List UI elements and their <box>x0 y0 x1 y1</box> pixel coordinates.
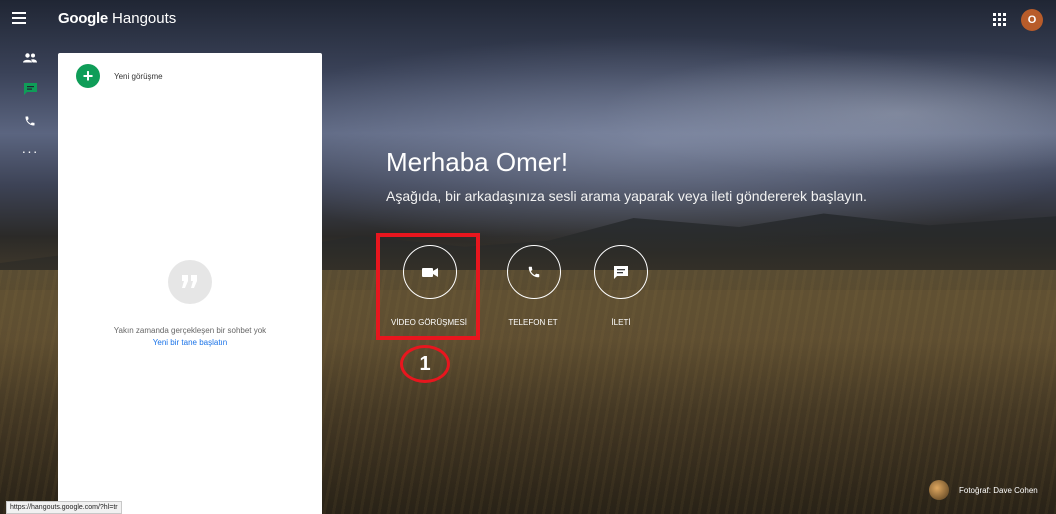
google-apps-icon[interactable] <box>993 13 1006 26</box>
plus-icon: + <box>76 64 100 88</box>
phone-call-label[interactable]: TELEFON ET <box>500 318 566 327</box>
brand-name: Hangouts <box>112 10 177 27</box>
phone-calls-icon[interactable] <box>22 113 38 129</box>
app-logo[interactable]: Google Hangouts <box>58 10 176 27</box>
photo-credit: Fotoğraf: Dave Cohen <box>929 480 1038 500</box>
phone-icon <box>528 266 540 278</box>
photo-credit-text: Fotoğraf: Dave Cohen <box>959 485 1038 495</box>
message-button[interactable] <box>594 245 648 299</box>
message-icon <box>614 265 628 279</box>
status-bar-url: https://hangouts.google.com/?hl=tr <box>6 501 122 514</box>
more-options-icon[interactable]: ··· <box>22 143 38 159</box>
greeting-subtitle: Aşağıda, bir arkadaşınıza sesli arama ya… <box>386 188 867 204</box>
main-menu-icon[interactable] <box>12 12 26 24</box>
new-conversation-label: Yeni görüşme <box>114 71 163 81</box>
brand-prefix: Google <box>58 10 108 27</box>
photographer-avatar <box>929 480 949 500</box>
account-avatar[interactable]: O <box>1021 9 1043 31</box>
quote-bubble-icon <box>168 260 212 304</box>
annotation-highlight-box <box>376 233 480 340</box>
annotation-step-badge: 1 <box>400 345 450 383</box>
conversations-icon[interactable] <box>22 81 38 97</box>
empty-state-message: Yakın zamanda gerçekleşen bir sohbet yok <box>113 326 267 335</box>
phone-call-button[interactable] <box>507 245 561 299</box>
greeting-title: Merhaba Omer! <box>386 147 569 177</box>
contacts-icon[interactable] <box>22 50 38 66</box>
conversation-list-panel: + Yeni görüşme Yakın zamanda gerçekleşen… <box>58 53 322 514</box>
message-label[interactable]: İLETİ <box>596 318 646 327</box>
new-conversation-button[interactable]: + Yeni görüşme <box>76 64 163 88</box>
top-bar: Google Hangouts O <box>0 0 1056 40</box>
start-new-conversation-link[interactable]: Yeni bir tane başlatın <box>58 338 322 347</box>
